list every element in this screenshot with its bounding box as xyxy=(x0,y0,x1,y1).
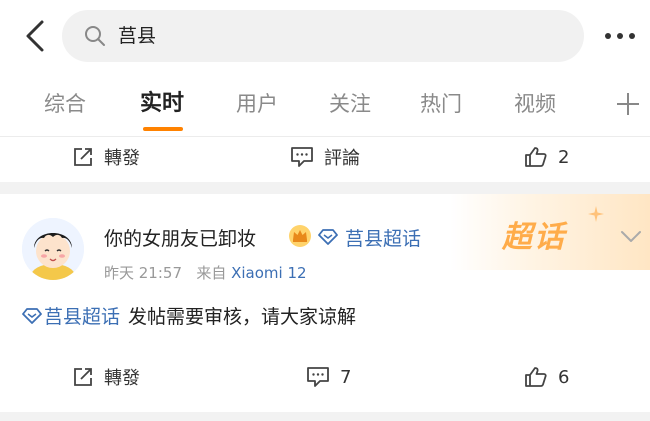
like-button[interactable]: 2 xyxy=(524,134,569,180)
supertopic-link[interactable]: 莒县超话 xyxy=(345,224,421,251)
tab-following[interactable]: 关注 xyxy=(329,82,371,126)
content-tag-label: 莒县超话 xyxy=(44,306,121,328)
content-supertopic-tag[interactable]: 莒县超话 xyxy=(22,302,120,329)
tab-realtime[interactable]: 实时 xyxy=(140,82,184,126)
supertopic-banner-label: 超话 xyxy=(502,220,566,255)
comment-label: 評論 xyxy=(324,148,360,169)
avatar[interactable] xyxy=(22,218,84,280)
post-actions: 轉發 7 6 xyxy=(0,354,650,400)
like-button[interactable]: 6 xyxy=(524,354,569,400)
back-arrow-icon[interactable] xyxy=(20,18,52,54)
comment-count: 7 xyxy=(340,366,352,388)
tab-video[interactable]: 视频 xyxy=(514,82,556,126)
supertopic-gem-icon xyxy=(22,307,42,324)
thumbs-up-icon xyxy=(525,147,547,167)
comment-button[interactable]: 7 xyxy=(306,354,351,400)
comment-icon xyxy=(291,147,313,167)
active-tab-indicator xyxy=(143,127,183,131)
post-card[interactable]: 超话 你的女朋友已卸妆 莒县超话 昨天 21:57 来自 Xiaomi 12 莒… xyxy=(0,194,650,344)
comment-icon xyxy=(307,367,329,387)
section-gap xyxy=(0,182,650,194)
more-icon[interactable] xyxy=(600,26,640,46)
comment-button[interactable]: 評論 xyxy=(290,134,360,180)
tab-hot[interactable]: 热门 xyxy=(420,82,462,126)
source-prefix: 来自 xyxy=(196,264,227,282)
like-count: 6 xyxy=(558,366,570,388)
section-gap xyxy=(0,412,650,421)
avatar-image xyxy=(22,218,84,280)
repost-icon xyxy=(74,148,92,166)
tab-bar: 综合 实时 用户 关注 热门 视频 xyxy=(0,82,650,134)
prev-post-actions: 轉發 評論 2 xyxy=(0,134,650,180)
supertopic-gem-icon xyxy=(318,229,338,245)
sparkle-icon xyxy=(588,206,604,222)
repost-label: 轉發 xyxy=(104,368,140,389)
post-content: 莒县超话 发帖需要审核，请大家谅解 xyxy=(22,302,356,329)
repost-label: 轉發 xyxy=(104,148,140,169)
repost-button[interactable]: 轉發 xyxy=(72,354,140,400)
like-count: 2 xyxy=(558,146,570,168)
repost-icon xyxy=(74,368,92,386)
device-link[interactable]: Xiaomi 12 xyxy=(231,264,306,282)
vip-crown-icon xyxy=(289,225,311,247)
repost-button[interactable]: 轉發 xyxy=(72,134,140,180)
tab-users[interactable]: 用户 xyxy=(236,82,278,126)
post-meta: 昨天 21:57 来自 Xiaomi 12 xyxy=(104,262,307,283)
post-time: 昨天 21:57 xyxy=(104,264,182,282)
add-tab-icon[interactable] xyxy=(614,90,642,118)
thumbs-up-icon xyxy=(525,367,547,387)
username[interactable]: 你的女朋友已卸妆 xyxy=(104,224,256,251)
tab-comprehensive[interactable]: 综合 xyxy=(44,82,86,126)
search-icon xyxy=(85,26,105,46)
search-query[interactable]: 莒县 xyxy=(118,10,156,62)
search-bar[interactable]: 莒县 xyxy=(62,10,584,62)
chevron-down-icon[interactable] xyxy=(620,230,642,244)
content-text: 发帖需要审核，请大家谅解 xyxy=(128,306,357,328)
top-bar: 莒县 xyxy=(0,0,650,72)
